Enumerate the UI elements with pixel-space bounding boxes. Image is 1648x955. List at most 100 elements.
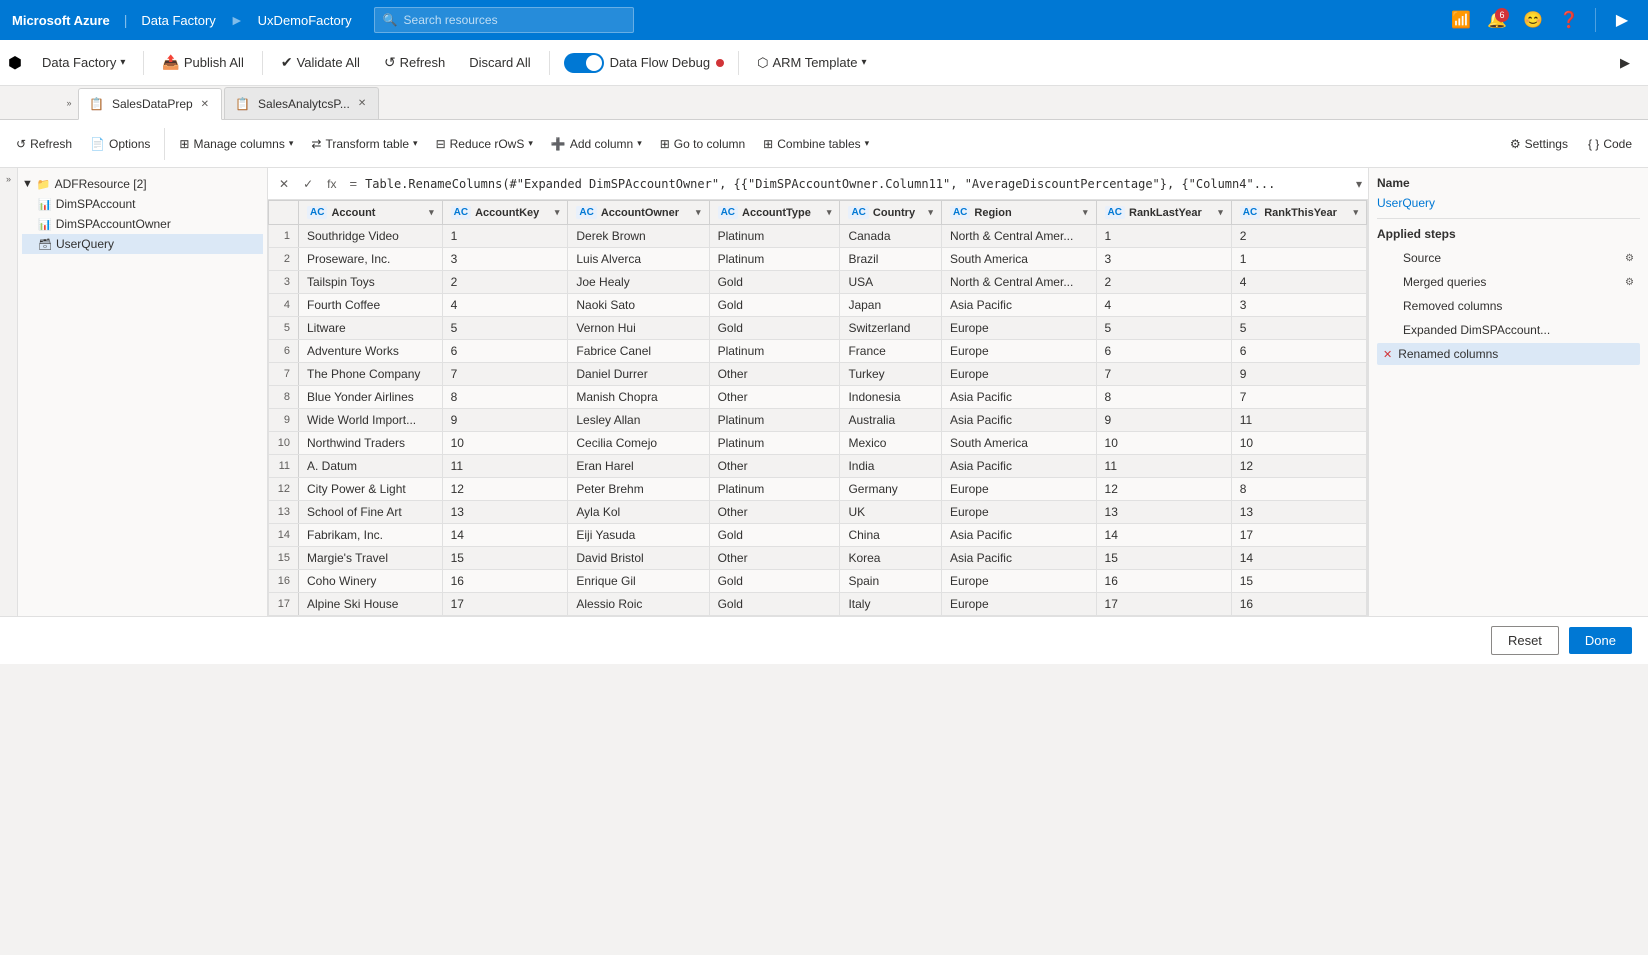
cell-r16-c3: Alessio Roic [568,593,709,616]
tab-sales-data-prep[interactable]: 📋 SalesDataPrep ✕ [78,88,222,120]
notifications-icon[interactable]: 🔔 6 [1483,6,1511,34]
col-header-ranklastyear[interactable]: AC RankLastYear ▾ [1096,201,1231,225]
step-item-4[interactable]: ✕Renamed columns [1377,343,1640,365]
col-header-rankthisyear[interactable]: AC RankThisYear ▾ [1231,201,1366,225]
publish-all-button[interactable]: 📤 Publish All [152,47,253,79]
ribbon-options-button[interactable]: 📄 Options [82,127,158,161]
formula-expand-icon[interactable]: ▾ [1356,177,1362,191]
tree-node-userquery[interactable]: 🗃 UserQuery [22,234,263,254]
cell-r15-c7: 16 [1096,570,1231,593]
ribbon-transform-button[interactable]: ⇄ Transform table ▾ [303,127,425,161]
done-button[interactable]: Done [1569,627,1632,654]
col-header-accountkey[interactable]: AC AccountKey ▾ [442,201,568,225]
ribbon-add-column-button[interactable]: ➕ Add column ▾ [543,127,650,161]
formula-function-button[interactable]: fx [322,175,341,193]
refresh-button-main[interactable]: ↺ Refresh [374,47,455,79]
ribbon-combine-tables-button[interactable]: ⊞ Combine tables ▾ [755,127,877,161]
arm-template-button[interactable]: ⬡ ARM Template ▾ [747,51,876,75]
col-header-country[interactable]: AC Country ▾ [840,201,941,225]
table-row[interactable]: 13School of Fine Art13Ayla KolOtherUKEur… [269,501,1367,524]
expand-right-button[interactable]: ▶ [1610,47,1640,79]
col-sort-ranklastyear[interactable]: ▾ [1218,207,1223,218]
table-row[interactable]: 3Tailspin Toys2Joe HealyGoldUSANorth & C… [269,271,1367,294]
row-number-13: 14 [269,524,299,547]
col-sort-account[interactable]: ▾ [429,207,434,218]
tree-node-adfresource[interactable]: ▼ 📁 ADFResource [2] [22,174,263,194]
sidebar-collapse-left[interactable]: » [60,87,78,119]
tree-node-dimspo[interactable]: 📊 DimSPAccountOwner [22,214,263,234]
cell-r6-c7: 7 [1096,363,1231,386]
search-input[interactable]: 🔍 Search resources [374,7,634,33]
left-panel-toggle[interactable]: » [0,168,18,616]
cell-r4-c5: Switzerland [840,317,941,340]
tab-sales-analytics[interactable]: 📋 SalesAnalytcsP... ✕ [224,87,379,119]
cell-r15-c4: Gold [709,570,840,593]
table-row[interactable]: 12City Power & Light12Peter BrehmPlatinu… [269,478,1367,501]
ribbon-code-button[interactable]: { } Code [1580,127,1640,161]
topbar-resource[interactable]: UxDemoFactory [258,13,352,28]
col-type-country: AC [848,206,868,219]
table-row[interactable]: 17Alpine Ski House17Alessio RoicGoldItal… [269,593,1367,616]
tab-close-0[interactable]: ✕ [201,99,209,110]
col-sort-region[interactable]: ▾ [1083,207,1088,218]
debug-toggle[interactable] [564,53,604,73]
col-sort-accountkey[interactable]: ▾ [555,207,560,218]
ribbon-settings-button[interactable]: ⚙ Settings [1502,127,1576,161]
col-sort-accounttype[interactable]: ▾ [827,207,832,218]
step-gear-0[interactable]: ⚙ [1625,253,1634,264]
col-sort-accountowner[interactable]: ▾ [696,207,701,218]
step-item-3[interactable]: Expanded DimSPAccount... [1377,319,1640,341]
table-row[interactable]: 1Southridge Video1Derek BrownPlatinumCan… [269,225,1367,248]
formula-accept-button[interactable]: ✓ [298,175,318,193]
table-row[interactable]: 7The Phone Company7Daniel DurrerOtherTur… [269,363,1367,386]
help-icon[interactable]: ❓ [1555,6,1583,34]
col-header-account[interactable]: AC Account ▾ [299,201,443,225]
wifi-icon[interactable]: 📶 [1447,6,1475,34]
table-row[interactable]: 6Adventure Works6Fabrice CanelPlatinumFr… [269,340,1367,363]
ribbon-go-to-column-button[interactable]: ⊞ Go to column [652,127,753,161]
table-row[interactable]: 5Litware5Vernon HuiGoldSwitzerlandEurope… [269,317,1367,340]
col-header-region[interactable]: AC Region ▾ [941,201,1096,225]
tab-close-1[interactable]: ✕ [358,98,366,109]
table-row[interactable]: 9Wide World Import...9Lesley AllanPlatin… [269,409,1367,432]
col-sort-rankthisyear[interactable]: ▾ [1353,207,1358,218]
step-gear-1[interactable]: ⚙ [1625,277,1634,288]
table-row[interactable]: 10Northwind Traders10Cecilia ComejoPlati… [269,432,1367,455]
table-row[interactable]: 8Blue Yonder Airlines8Manish ChopraOther… [269,386,1367,409]
cell-r9-c3: Cecilia Comejo [568,432,709,455]
step-label-3: Expanded DimSPAccount... [1403,323,1550,337]
smile-icon[interactable]: 😊 [1519,6,1547,34]
collapse-arrow-icon: ▼ [22,178,33,190]
step-item-0[interactable]: Source⚙ [1377,247,1640,269]
step-item-1[interactable]: Merged queries⚙ [1377,271,1640,293]
cell-r1-c3: Luis Alverca [568,248,709,271]
col-sort-country[interactable]: ▾ [928,207,933,218]
ribbon-settings-label: Settings [1525,137,1568,151]
ribbon-manage-columns-button[interactable]: ⊞ Manage columns ▾ [171,127,301,161]
topbar-service[interactable]: Data Factory [141,13,215,28]
col-header-accounttype[interactable]: AC AccountType ▾ [709,201,840,225]
ribbon-reduce-rows-button[interactable]: ⊟ Reduce rOwS ▾ [428,127,541,161]
tree-node-dimspa[interactable]: 📊 DimSPAccount [22,194,263,214]
table-row[interactable]: 16Coho Winery16Enrique GilGoldSpainEurop… [269,570,1367,593]
cell-r0-c3: Derek Brown [568,225,709,248]
table-row[interactable]: 15Margie's Travel15David BristolOtherKor… [269,547,1367,570]
formula-bar: ✕ ✓ fx = Table.RenameColumns(#"Expanded … [268,168,1368,200]
formula-reject-button[interactable]: ✕ [274,175,294,193]
validate-all-button[interactable]: ✔ Validate All [271,47,370,79]
data-factory-dropdown[interactable]: Data Factory ▾ [32,47,135,79]
col-header-accountowner[interactable]: AC AccountOwner ▾ [568,201,709,225]
cell-r15-c5: Spain [840,570,941,593]
table-row[interactable]: 2Proseware, Inc.3Luis AlvercaPlatinumBra… [269,248,1367,271]
discard-all-button[interactable]: Discard All [459,47,540,79]
table-row[interactable]: 11A. Datum11Eran HarelOtherIndiaAsia Pac… [269,455,1367,478]
expand-icon[interactable]: ▶ [1608,6,1636,34]
cell-r5-c8: 6 [1231,340,1366,363]
data-table-wrapper[interactable]: AC Account ▾ AC AccountKey ▾ [268,200,1368,616]
row-number-8: 9 [269,409,299,432]
table-row[interactable]: 14Fabrikam, Inc.14Eiji YasudaGoldChinaAs… [269,524,1367,547]
reset-button[interactable]: Reset [1491,626,1559,655]
step-item-2[interactable]: Removed columns [1377,295,1640,317]
ribbon-refresh-button[interactable]: ↺ Refresh [8,127,80,161]
table-row[interactable]: 4Fourth Coffee4Naoki SatoGoldJapanAsia P… [269,294,1367,317]
